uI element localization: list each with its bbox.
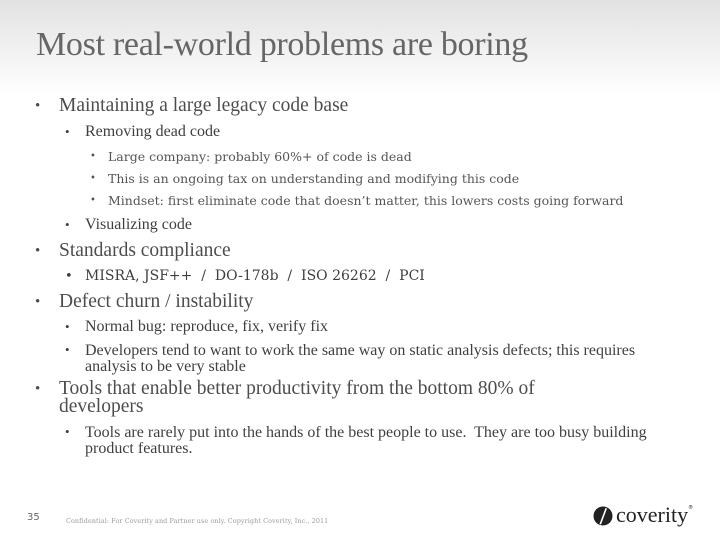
bullet-dot-icon: • [35,243,41,259]
bullet-text: Standards compliance [59,240,231,261]
slide-number: 35 [27,512,40,523]
bullet-text: Maintaining a large legacy code base [59,95,349,116]
bullet-text: MISRA, JSF++ / DO-178b / ISO 26262 / PCI [85,268,425,284]
bullet-level2: • Developers tend to want to work the sa… [65,342,675,375]
logo-wordmark: coverity [616,502,689,527]
bullet-text: This is an ongoing tax on understanding … [108,171,520,186]
bullet-dot-icon: • [65,424,70,439]
bullet-dot-icon: • [90,173,96,184]
bullet-dot-icon: • [65,124,70,139]
bullet-text: Developers tend to want to work the same… [85,342,636,375]
bullet-level2: • Visualizing code [65,216,193,234]
bullet-text: Visualizing code [85,216,193,233]
bullet-text: Tools that enable better productivity fr… [59,378,535,417]
bullet-level2: • MISRA, JSF++ / DO-178b / ISO 26262 / P… [65,268,425,284]
trademark-symbol: ® [688,505,694,511]
bullet-text: Defect churn / instability [59,291,254,312]
bullet-text: Large company: probably 60%+ of code is … [108,149,412,164]
bullet-level1: • Tools that enable better productivity … [35,378,619,417]
bullet-level1: • Standards compliance [35,240,231,262]
bullet-level2: • Normal bug: reproduce, fix, verify fix [65,318,329,336]
bullet-dot-icon: • [90,151,96,162]
bullet-level3: • Mindset: first eliminate code that doe… [90,193,624,208]
slide-title: Most real-world problems are boring [36,26,528,63]
bullet-level2: • Removing dead code [65,123,221,141]
bullet-level3: • This is an ongoing tax on understandin… [90,171,520,186]
coverity-logo: coverity ® [593,502,694,527]
bullet-level3: • Large company: probably 60%+ of code i… [90,149,412,164]
confidential-notice: Confidential: For Coverity and Partner u… [66,517,329,525]
bullet-dot-icon: • [90,195,96,206]
bullet-dot-icon: • [35,294,41,310]
bullet-dot-icon: • [65,269,73,284]
bullet-dot-icon: • [35,98,41,114]
bullet-dot-icon: • [65,319,70,334]
bullet-dot-icon: • [65,342,70,357]
bullet-dot-icon: • [35,381,41,397]
bullet-text: Normal bug: reproduce, fix, verify fix [85,318,329,335]
bullet-level1: • Defect churn / instability [35,291,254,313]
bullet-level1: • Maintaining a large legacy code base [35,95,349,117]
bullet-text: Removing dead code [85,123,221,140]
bullet-text: Mindset: first eliminate code that doesn… [108,193,624,208]
bullet-text: Tools are rarely put into the hands of t… [85,424,651,457]
coverity-logo-icon [593,506,613,526]
bullet-dot-icon: • [65,217,70,232]
bullet-level2: • Tools are rarely put into the hands of… [65,424,685,457]
